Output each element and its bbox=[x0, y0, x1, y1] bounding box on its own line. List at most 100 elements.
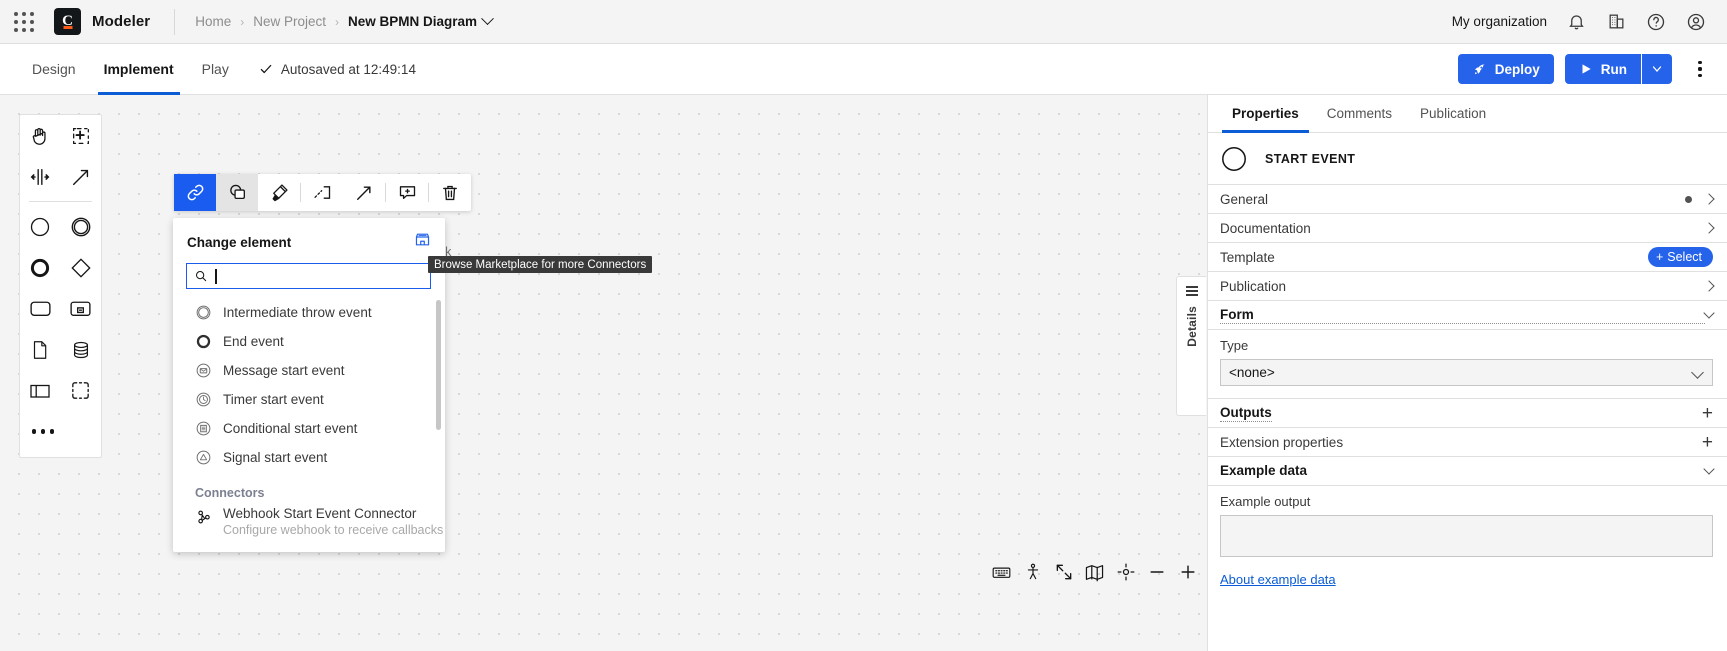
palette-more-button[interactable] bbox=[20, 411, 101, 452]
hand-tool-icon[interactable] bbox=[20, 115, 61, 156]
properties-group-form[interactable]: Form bbox=[1208, 301, 1727, 330]
popup-title: Change element bbox=[187, 235, 291, 250]
space-tool-icon[interactable] bbox=[20, 156, 61, 197]
gateway-icon[interactable] bbox=[61, 247, 102, 288]
search-input[interactable] bbox=[186, 263, 431, 289]
add-output-icon[interactable]: + bbox=[1702, 404, 1713, 423]
reset-zoom-icon[interactable] bbox=[1112, 559, 1139, 586]
account-icon[interactable] bbox=[1685, 11, 1707, 33]
append-connector-icon[interactable] bbox=[174, 174, 216, 211]
properties-group-template[interactable]: Template + Select bbox=[1208, 243, 1727, 272]
breadcrumb-current-diagram[interactable]: New BPMN Diagram bbox=[348, 14, 492, 29]
participant-icon[interactable] bbox=[20, 370, 61, 411]
end-event-icon[interactable] bbox=[20, 247, 61, 288]
fit-viewport-icon[interactable] bbox=[1050, 559, 1077, 586]
append-gateway-icon[interactable] bbox=[301, 174, 343, 211]
keyboard-shortcuts-icon[interactable] bbox=[988, 559, 1015, 586]
add-extension-property-icon[interactable]: + bbox=[1702, 433, 1713, 452]
palette-row bbox=[20, 370, 101, 411]
subprocess-icon[interactable] bbox=[61, 288, 102, 329]
group-icon[interactable] bbox=[61, 370, 102, 411]
accessibility-icon[interactable] bbox=[1019, 559, 1046, 586]
app-switcher-button[interactable] bbox=[0, 0, 48, 44]
option-webhook-start-event-connector[interactable]: Webhook Start Event Connector Configure … bbox=[173, 506, 445, 537]
data-object-icon[interactable] bbox=[20, 329, 61, 370]
run-split-button: Run bbox=[1565, 54, 1672, 84]
more-options-button[interactable] bbox=[1689, 54, 1711, 84]
breadcrumb: Home › New Project › New BPMN Diagram bbox=[195, 14, 492, 29]
option-intermediate-throw-event[interactable]: Intermediate throw event bbox=[173, 298, 445, 327]
search-field[interactable] bbox=[224, 269, 424, 284]
group-label: Example data bbox=[1220, 463, 1705, 479]
timer-start-event-icon bbox=[195, 391, 212, 408]
change-element-icon[interactable] bbox=[216, 174, 258, 211]
selected-element-header: START EVENT bbox=[1208, 133, 1727, 185]
organization-label[interactable]: My organization bbox=[1452, 14, 1547, 29]
breadcrumb-separator: › bbox=[240, 15, 244, 29]
template-select-button[interactable]: + Select bbox=[1648, 247, 1713, 267]
zoom-out-icon[interactable] bbox=[1143, 559, 1170, 586]
tab-properties[interactable]: Properties bbox=[1218, 95, 1313, 132]
tab-design[interactable]: Design bbox=[18, 44, 90, 95]
details-panel-tab[interactable]: Details bbox=[1176, 276, 1206, 416]
palette-row bbox=[20, 247, 101, 288]
option-conditional-start-event[interactable]: Conditional start event bbox=[173, 414, 445, 443]
element-options-list[interactable]: Intermediate throw event End event Messa… bbox=[173, 298, 445, 544]
organization-icon[interactable] bbox=[1605, 11, 1627, 33]
run-button[interactable]: Run bbox=[1565, 54, 1641, 84]
text-cursor bbox=[215, 269, 217, 284]
start-event-icon bbox=[1220, 145, 1248, 173]
option-timer-start-event[interactable]: Timer start event bbox=[173, 385, 445, 414]
append-text-annotation-icon[interactable] bbox=[386, 174, 428, 211]
lasso-tool-icon[interactable] bbox=[61, 115, 102, 156]
option-message-start-event[interactable]: Message start event bbox=[173, 356, 445, 385]
example-output-textarea[interactable] bbox=[1220, 515, 1713, 557]
properties-group-example-data[interactable]: Example data bbox=[1208, 457, 1727, 486]
select-button-label: Select bbox=[1667, 250, 1702, 264]
breadcrumb-home[interactable]: Home bbox=[195, 14, 231, 29]
option-signal-start-event[interactable]: Signal start event bbox=[173, 443, 445, 472]
brand[interactable]: C Modeler bbox=[48, 8, 150, 35]
data-store-icon[interactable] bbox=[61, 329, 102, 370]
breadcrumb-project[interactable]: New Project bbox=[253, 14, 326, 29]
start-event-icon[interactable] bbox=[20, 206, 61, 247]
check-icon bbox=[259, 62, 273, 76]
set-color-icon[interactable] bbox=[258, 174, 300, 211]
tab-play[interactable]: Play bbox=[188, 44, 243, 95]
tab-implement[interactable]: Implement bbox=[90, 44, 188, 95]
help-icon[interactable] bbox=[1645, 11, 1667, 33]
mode-tabs: Design Implement Play bbox=[0, 44, 243, 95]
about-example-data-link[interactable]: About example data bbox=[1220, 572, 1727, 587]
properties-group-general[interactable]: General bbox=[1208, 185, 1727, 214]
option-end-event[interactable]: End event bbox=[173, 327, 445, 356]
intermediate-event-icon[interactable] bbox=[61, 206, 102, 247]
properties-group-publication[interactable]: Publication bbox=[1208, 272, 1727, 301]
popup-scrollbar[interactable] bbox=[436, 300, 441, 430]
deploy-button[interactable]: Deploy bbox=[1458, 54, 1554, 84]
form-type-label: Type bbox=[1220, 338, 1713, 353]
bell-icon[interactable] bbox=[1565, 11, 1587, 33]
run-options-button[interactable] bbox=[1642, 54, 1672, 84]
properties-group-documentation[interactable]: Documentation bbox=[1208, 214, 1727, 243]
option-label: Timer start event bbox=[223, 392, 324, 407]
tab-comments[interactable]: Comments bbox=[1313, 95, 1406, 132]
minimap-icon[interactable] bbox=[1081, 559, 1108, 586]
properties-group-outputs[interactable]: Outputs + bbox=[1208, 399, 1727, 428]
top-bar: C Modeler Home › New Project › New BPMN … bbox=[0, 0, 1727, 44]
marketplace-icon[interactable] bbox=[414, 231, 431, 253]
group-label: Publication bbox=[1220, 279, 1705, 294]
connectors-group-header: Connectors bbox=[173, 472, 445, 506]
group-label: Documentation bbox=[1220, 221, 1705, 236]
search-icon bbox=[194, 269, 208, 283]
zoom-in-icon[interactable] bbox=[1174, 559, 1201, 586]
properties-group-extension-properties[interactable]: Extension properties + bbox=[1208, 428, 1727, 457]
task-icon[interactable] bbox=[20, 288, 61, 329]
tab-publication[interactable]: Publication bbox=[1406, 95, 1500, 132]
form-type-select[interactable]: <none> bbox=[1220, 359, 1713, 386]
global-connect-tool-icon[interactable] bbox=[61, 156, 102, 197]
connect-icon[interactable] bbox=[343, 174, 385, 211]
plus-icon: + bbox=[1656, 250, 1663, 264]
delete-icon[interactable] bbox=[429, 174, 471, 211]
top-bar-actions: My organization bbox=[1452, 11, 1727, 33]
canvas-toolbar bbox=[988, 557, 1201, 587]
